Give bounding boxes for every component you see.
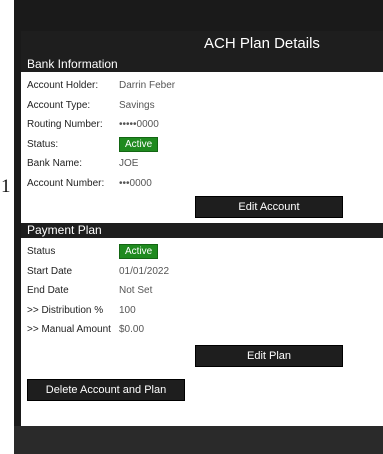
account-number-value: •••0000 [119, 177, 152, 189]
end-date-label: End Date [27, 285, 69, 297]
account-holder-row: Account Holder: Darrin Feber [21, 76, 383, 96]
ach-plan-modal: ACH Plan Details Bank Information Accoun… [21, 31, 383, 426]
start-date-value: 01/01/2022 [119, 265, 170, 277]
payment-plan-header: Payment Plan [21, 223, 383, 238]
routing-number-row: Routing Number: •••••0000 [21, 115, 383, 135]
distribution-row: >> Distribution % 100 [21, 301, 383, 321]
side-number: 1 [1, 176, 11, 197]
end-date-value: Not Set [119, 285, 153, 297]
account-type-row: Account Type: Savings [21, 96, 383, 116]
account-holder-value: Darrin Feber [119, 80, 176, 92]
plan-status-label: Status [27, 246, 56, 258]
delete-account-and-plan-button[interactable]: Delete Account and Plan [27, 378, 185, 401]
manual-amount-value: $0.00 [119, 324, 145, 336]
end-date-row: End Date Not Set [21, 281, 383, 301]
bank-status-label: Status: [27, 138, 59, 150]
bank-name-row: Bank Name: JOE [21, 154, 383, 174]
bank-name-label: Bank Name: [27, 158, 83, 170]
manual-amount-row: >> Manual Amount $0.00 [21, 320, 383, 340]
edit-plan-button[interactable]: Edit Plan [195, 344, 343, 367]
account-holder-label: Account Holder: [27, 80, 99, 92]
manual-amount-label: >> Manual Amount [27, 324, 111, 336]
account-number-label: Account Number: [27, 177, 105, 189]
bank-status-row: Status: Active [21, 135, 383, 155]
account-number-row: Account Number: •••0000 [21, 174, 383, 194]
routing-number-label: Routing Number: [27, 119, 103, 131]
page-backdrop-footer [14, 426, 383, 454]
start-date-row: Start Date 01/01/2022 [21, 262, 383, 282]
distribution-label: >> Distribution % [27, 304, 104, 316]
account-type-value: Savings [119, 99, 155, 111]
plan-status-badge: Active [119, 244, 159, 260]
modal-title: ACH Plan Details [21, 31, 383, 57]
routing-number-value: •••••0000 [119, 119, 159, 131]
edit-account-button[interactable]: Edit Account [195, 196, 343, 218]
distribution-value: 100 [119, 304, 136, 316]
plan-status-row: Status Active [21, 242, 383, 262]
start-date-label: Start Date [27, 265, 73, 277]
account-type-label: Account Type: [27, 99, 91, 111]
bank-status-badge: Active [119, 136, 159, 152]
bank-info-header: Bank Information [21, 57, 383, 72]
bank-name-value: JOE [119, 158, 139, 170]
